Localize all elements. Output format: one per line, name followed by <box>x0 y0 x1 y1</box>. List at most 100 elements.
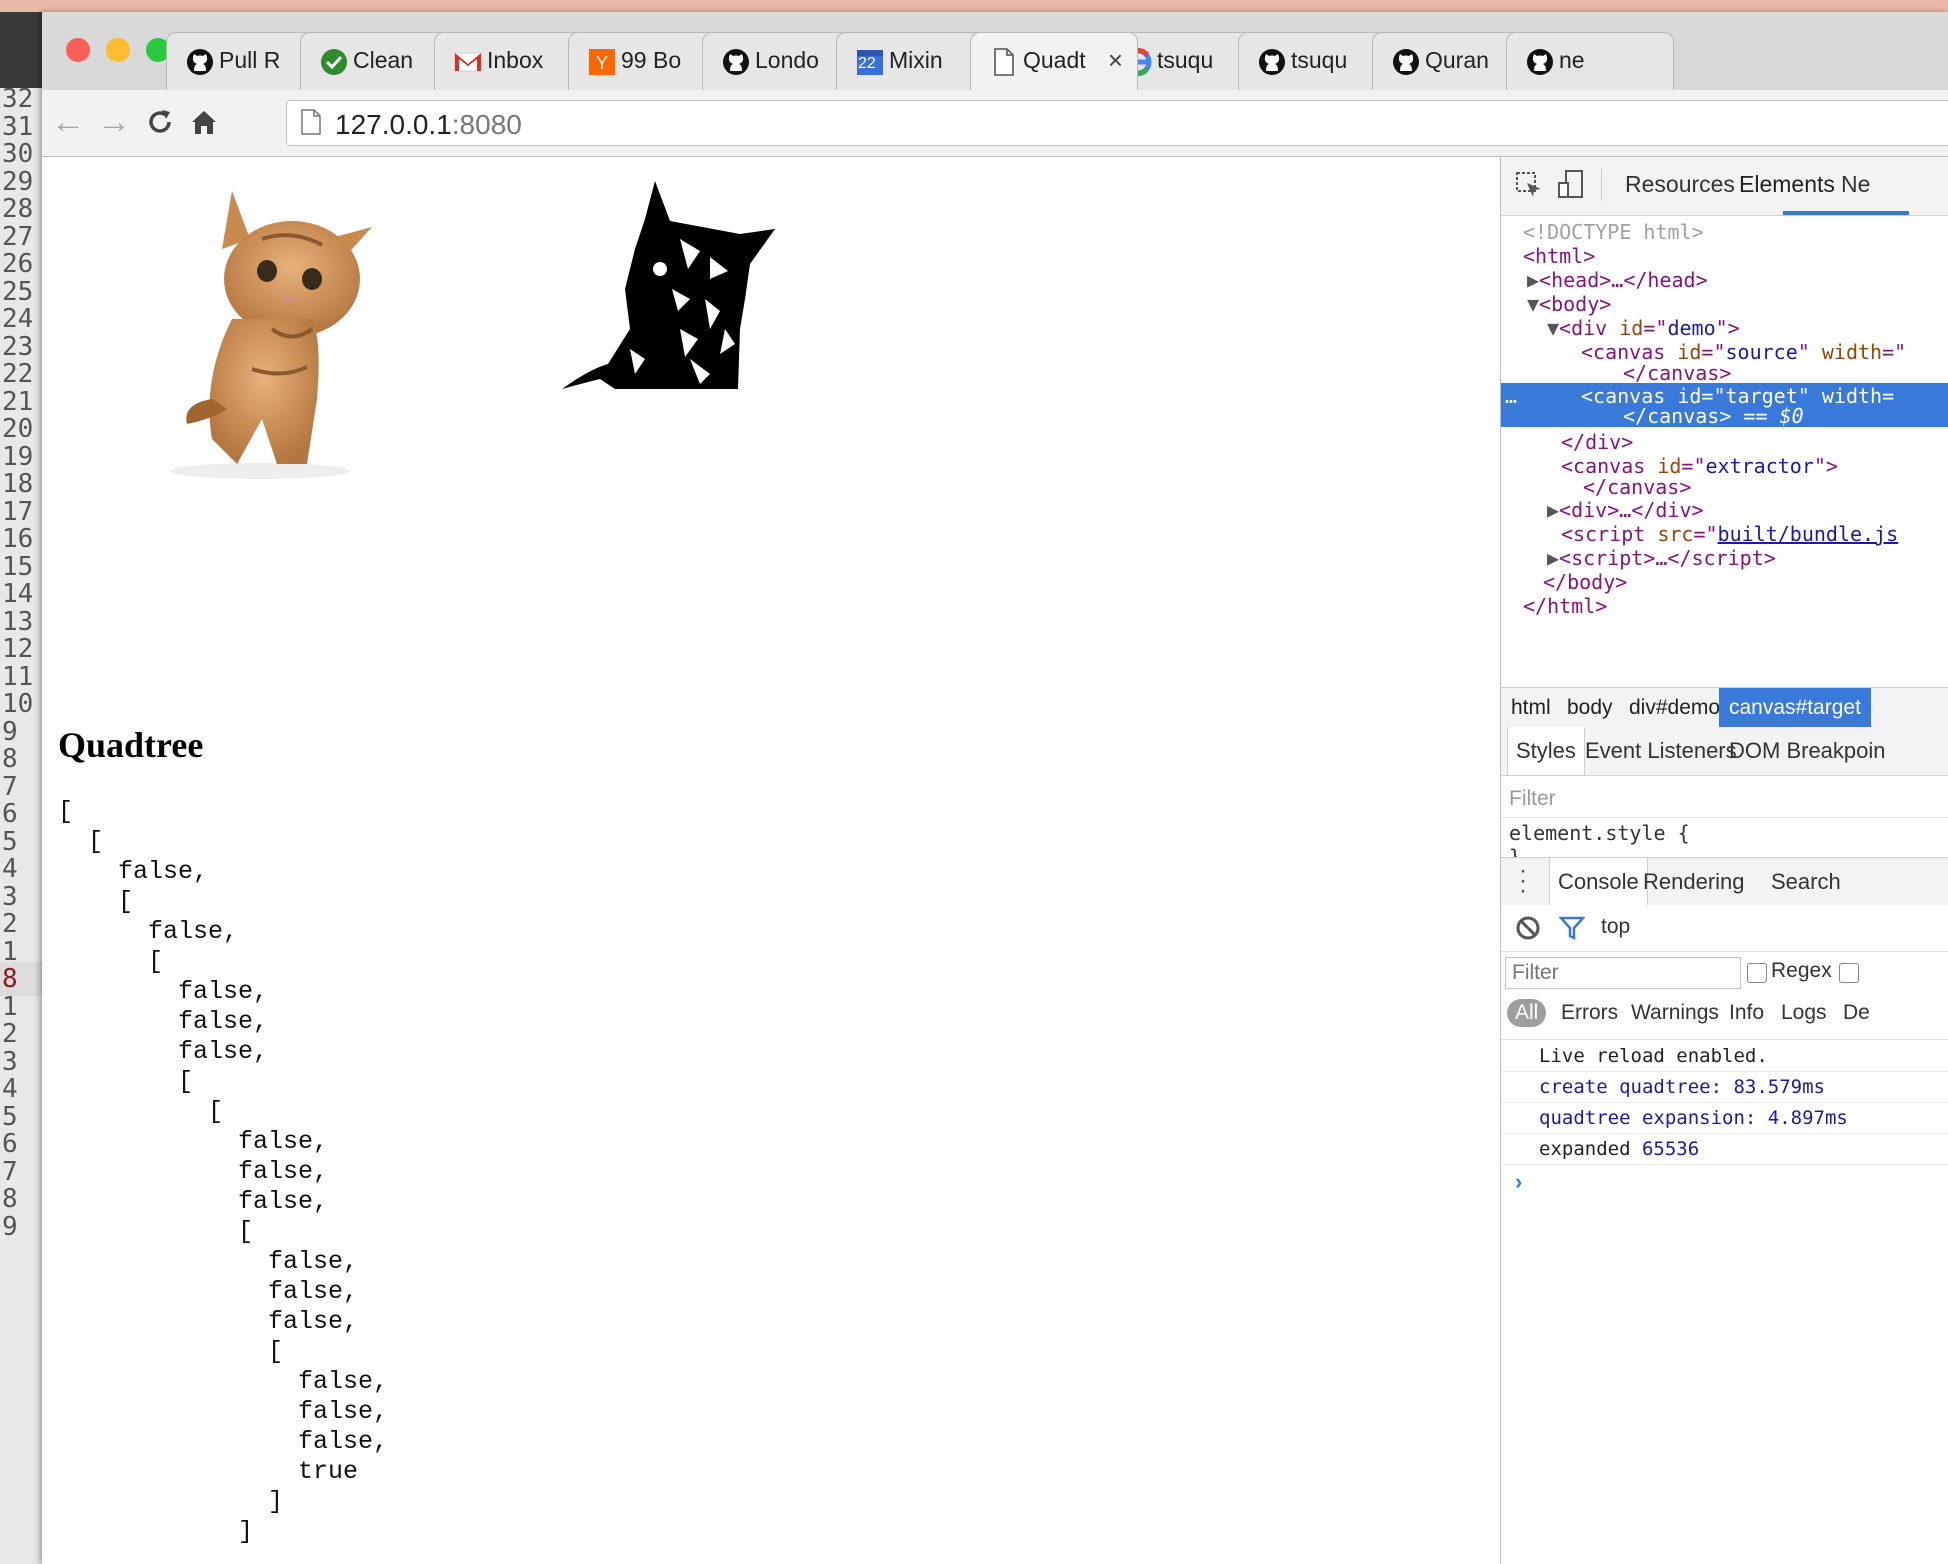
dom-node-div-demo[interactable]: ▼<div id="demo"> <box>1501 315 1948 341</box>
node-actions-ellipsis[interactable]: … <box>1505 383 1517 409</box>
drawer-menu-icon[interactable]: · · · <box>1519 859 1527 903</box>
inspect-element-icon[interactable] <box>1515 171 1543 199</box>
console-message: quadtree expansion: 4.897ms <box>1501 1103 1948 1134</box>
styles-divider <box>1501 817 1948 818</box>
console-filter-input[interactable] <box>1505 957 1741 989</box>
tab-title: Pull R <box>219 47 281 73</box>
tab-title: Quadt <box>1023 47 1086 73</box>
context-selector[interactable]: top <box>1601 915 1630 939</box>
ycombinator-icon: Y <box>587 47 617 77</box>
browser-window: Pull R×Clean×Inbox×Y99 Bo×Londo×22Mixin×… <box>42 12 1948 1564</box>
tab-styles[interactable]: Styles <box>1507 727 1585 775</box>
home-button[interactable] <box>184 102 224 142</box>
tab-console[interactable]: Console <box>1549 858 1648 906</box>
breadcrumb-div-demo[interactable]: div#demo <box>1619 688 1730 728</box>
console-levels: All Errors Warnings Info Logs De <box>1501 995 1948 1040</box>
calendar-icon: 22 <box>855 47 885 77</box>
styles-filter-input[interactable]: Filter <box>1509 787 1556 811</box>
preserve-log-checkbox[interactable] <box>1839 963 1859 983</box>
gmail-icon <box>453 47 483 77</box>
quadtree-output: [ [ false, [ false, [ false, false, fals… <box>58 797 389 1546</box>
dom-node-body[interactable]: ▼<body> <box>1501 291 1948 317</box>
calendar-badge: 22 <box>858 55 876 72</box>
level-info[interactable]: Info <box>1729 1001 1764 1025</box>
github-icon <box>1257 47 1287 77</box>
dom-node-div-close: </div> <box>1561 430 1634 454</box>
level-errors[interactable]: Errors <box>1561 1001 1618 1025</box>
close-window-button[interactable] <box>66 38 90 62</box>
page-viewport: Quadtree [ [ false, [ false, [ false, fa… <box>42 157 1500 1564</box>
tab-title: tsuqu <box>1291 47 1348 73</box>
forward-button[interactable]: → <box>94 102 134 142</box>
console-message: create quadtree: 83.579ms <box>1501 1072 1948 1103</box>
selected-node-marker: == $0 <box>1743 404 1804 428</box>
tab-event-listeners[interactable]: Event Listeners <box>1585 727 1737 775</box>
dom-node-doctype[interactable]: <!DOCTYPE html> <box>1501 219 1948 245</box>
tab-title: Mixin <box>889 47 943 73</box>
url-text: 127.0.0.1:8080 <box>335 109 522 140</box>
tab-title: Clean <box>353 47 414 73</box>
tab-search[interactable]: Search <box>1771 858 1841 906</box>
devtools-toolbar: Resources Elements Ne <box>1501 157 1948 216</box>
filter-icon[interactable] <box>1559 915 1585 941</box>
console-filter-row: Regex <box>1501 953 1948 997</box>
dom-node-div[interactable]: ▶<div>…</div> <box>1501 497 1948 523</box>
level-debug[interactable]: De <box>1843 1001 1870 1025</box>
kitten-target-image <box>562 181 775 389</box>
kitten-source-image <box>170 191 372 479</box>
tab-title: 99 Bo <box>621 47 682 73</box>
console-message: expanded 65536 <box>1501 1134 1948 1165</box>
tab-title: ne <box>1559 47 1585 73</box>
gutter-line-number: 9 <box>2 1211 18 1242</box>
dom-node-html[interactable]: <html> <box>1501 243 1948 269</box>
tab-resources[interactable]: Resources <box>1625 171 1735 198</box>
page-icon <box>989 47 1019 77</box>
console-prompt[interactable]: › <box>1515 1169 1522 1195</box>
dom-node-html-close: </html> <box>1523 594 1608 618</box>
tab-title: Inbox <box>487 47 544 73</box>
clear-console-icon[interactable] <box>1515 915 1541 941</box>
active-tab-indicator <box>1783 211 1909 215</box>
tab-network[interactable]: Ne <box>1841 171 1870 198</box>
dom-node-body-close: </body> <box>1543 570 1628 594</box>
regex-label: Regex <box>1771 959 1832 982</box>
level-warnings[interactable]: Warnings <box>1631 1001 1719 1025</box>
device-mode-icon[interactable] <box>1557 169 1585 201</box>
dom-node-canvas-target[interactable]: … <canvas id="target" width= </canvas> =… <box>1501 383 1948 428</box>
devtools-panel: Resources Elements Ne <!DOCTYPE html> <h… <box>1500 157 1948 1564</box>
console-message: Live reload enabled. <box>1501 1041 1948 1072</box>
dom-node-head[interactable]: ▶<head>…</head> <box>1501 267 1948 293</box>
breadcrumb: html body div#demo canvas#target <box>1501 687 1948 729</box>
editor-line-gutter: 32 31 30 29 28 27 26 25 24 23 22 21 20 19 18 17 16 15 14 13… <box>0 84 44 1564</box>
reload-button[interactable] <box>140 102 180 142</box>
browser-tab[interactable]: Quadt × <box>970 32 1138 90</box>
back-button[interactable]: ← <box>48 102 88 142</box>
tab-elements[interactable]: Elements <box>1739 171 1835 198</box>
drawer-tabs: · · · Console Rendering Search <box>1501 857 1948 907</box>
desktop-top-strip <box>0 0 1948 12</box>
level-logs[interactable]: Logs <box>1781 1001 1827 1025</box>
tab-rendering[interactable]: Rendering <box>1643 858 1745 906</box>
reload-icon <box>149 110 171 133</box>
check-circle-icon <box>319 47 349 77</box>
level-all[interactable]: All <box>1507 999 1547 1027</box>
toolbar-divider <box>1601 169 1602 201</box>
tab-close-icon[interactable]: × <box>1108 45 1123 76</box>
regex-checkbox[interactable] <box>1747 963 1767 983</box>
github-icon <box>185 47 215 77</box>
breadcrumb-body[interactable]: body <box>1557 688 1623 728</box>
page-icon <box>301 109 321 135</box>
home-icon <box>192 111 216 134</box>
address-bar[interactable]: 127.0.0.1:8080 <box>286 100 1948 146</box>
tab-title: Quran <box>1425 47 1489 73</box>
breadcrumb-canvas-target[interactable]: canvas#target <box>1719 688 1871 728</box>
dom-node-script-bundle[interactable]: <script src="built/bundle.js <box>1501 521 1948 547</box>
browser-tab[interactable]: ne <box>1506 32 1674 90</box>
minimize-window-button[interactable] <box>106 38 130 62</box>
svg-text:Y: Y <box>596 53 608 73</box>
tab-title: Londo <box>755 47 819 73</box>
dom-node-script[interactable]: ▶<script>…</script> <box>1501 545 1948 571</box>
tab-dom-breakpoints[interactable]: DOM Breakpoin <box>1729 727 1886 775</box>
github-icon <box>1391 47 1421 77</box>
breadcrumb-html[interactable]: html <box>1501 688 1561 728</box>
